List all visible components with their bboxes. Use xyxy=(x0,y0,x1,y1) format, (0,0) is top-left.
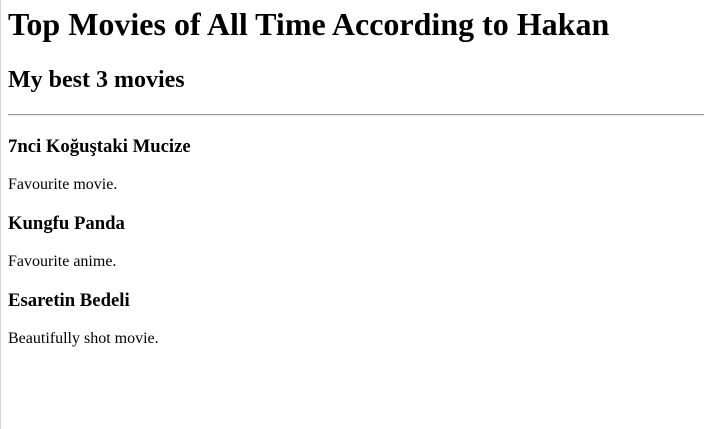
movie-list: 7nci Koğuştaki Mucize Favourite movie. K… xyxy=(8,136,704,367)
movie-description: Favourite movie. xyxy=(8,176,118,193)
movie-description: Favourite anime. xyxy=(8,253,117,270)
movie-item: 7nci Koğuştaki Mucize Favourite movie. xyxy=(8,136,704,213)
movie-title: 7nci Koğuştaki Mucize xyxy=(8,136,191,157)
movie-title: Kungfu Panda xyxy=(8,213,125,234)
window-left-border xyxy=(0,0,1,429)
page-content: Top Movies of All Time According to Haka… xyxy=(0,0,704,367)
movie-description: Beautifully shot movie. xyxy=(8,330,159,347)
page-title: Top Movies of All Time According to Haka… xyxy=(8,6,610,42)
movie-title: Esaretin Bedeli xyxy=(8,290,130,311)
movie-item: Kungfu Panda Favourite anime. xyxy=(8,213,704,290)
section-divider xyxy=(8,114,704,116)
movie-item: Esaretin Bedeli Beautifully shot movie. xyxy=(8,290,704,367)
page-subtitle: My best 3 movies xyxy=(8,67,185,93)
